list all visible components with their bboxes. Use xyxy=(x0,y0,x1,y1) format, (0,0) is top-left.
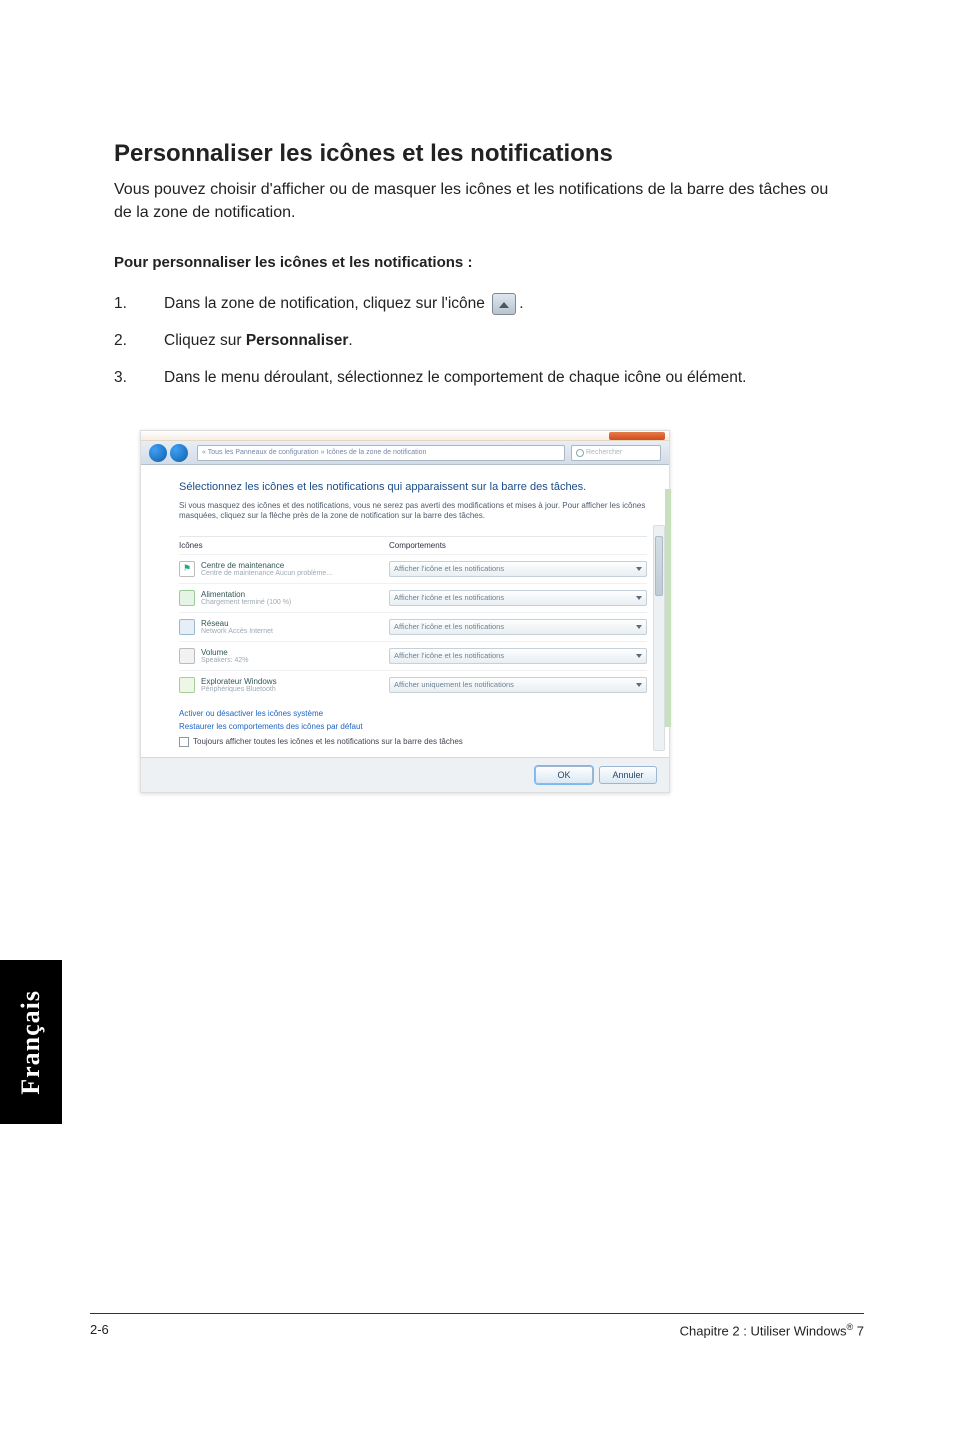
row-subtitle: Network Accès Internet xyxy=(201,628,389,635)
address-field[interactable]: « Tous les Panneaux de configuration » I… xyxy=(197,445,565,461)
icons-table: Icônes Comportements ⚑ Centre de mainten… xyxy=(179,536,647,699)
dialog-screenshot: « Tous les Panneaux de configuration » I… xyxy=(140,430,670,793)
list-scrollbar[interactable] xyxy=(653,525,665,751)
step-1-post: . xyxy=(519,295,523,312)
step-text: Dans la zone de notification, cliquez su… xyxy=(164,293,844,315)
step-text: Cliquez sur Personnaliser. xyxy=(164,330,844,352)
language-label: Français xyxy=(16,990,46,1095)
row-subtitle: Speakers: 42% xyxy=(201,657,389,664)
window-addressbar: « Tous les Panneaux de configuration » I… xyxy=(141,441,669,465)
table-row: Explorateur WindowsPériphériques Bluetoo… xyxy=(179,670,647,699)
behavior-dropdown[interactable]: Afficher l'icône et les notifications xyxy=(389,561,647,577)
step-number: 2. xyxy=(114,330,164,352)
behavior-dropdown[interactable]: Afficher l'icône et les notifications xyxy=(389,648,647,664)
step-number: 1. xyxy=(114,293,164,315)
battery-icon xyxy=(179,590,195,606)
window-right-edge xyxy=(665,489,671,727)
search-input[interactable]: Rechercher xyxy=(571,445,661,461)
page-footer: 2-6 Chapitre 2 : Utiliser Windows® 7 xyxy=(90,1313,864,1338)
row-subtitle: Centre de maintenance Aucun problème... xyxy=(201,570,389,577)
restore-defaults-link[interactable]: Restaurer les comportements des icônes p… xyxy=(179,722,647,731)
step-number: 3. xyxy=(114,367,164,389)
procedure-heading: Pour personnaliser les icônes et les not… xyxy=(114,254,844,271)
dialog-footer: OK Annuler xyxy=(141,757,669,792)
table-row: VolumeSpeakers: 42% Afficher l'icône et … xyxy=(179,641,647,670)
table-row: RéseauNetwork Accès Internet Afficher l'… xyxy=(179,612,647,641)
table-header-behavior: Comportements xyxy=(389,541,647,550)
nav-forward-icon[interactable] xyxy=(170,444,188,462)
checkbox-label: Toujours afficher toutes les icônes et l… xyxy=(193,737,463,746)
section-title: Personnaliser les icônes et les notifica… xyxy=(114,140,844,168)
cancel-button[interactable]: Annuler xyxy=(599,766,657,784)
behavior-dropdown[interactable]: Afficher l'icône et les notifications xyxy=(389,590,647,606)
behavior-dropdown[interactable]: Afficher l'icône et les notifications xyxy=(389,619,647,635)
search-placeholder: Rechercher xyxy=(586,449,622,456)
window-titlebar xyxy=(141,431,669,441)
dialog-description: Si vous masquez des icônes et des notifi… xyxy=(179,501,647,522)
intro-text: Vous pouvez choisir d'afficher ou de mas… xyxy=(114,178,844,224)
step-1-pre: Dans la zone de notification, cliquez su… xyxy=(164,295,485,312)
row-title: Alimentation xyxy=(201,590,389,599)
address-text: « Tous les Panneaux de configuration » I… xyxy=(202,449,426,456)
page-number: 2-6 xyxy=(90,1322,109,1338)
row-title: Centre de maintenance xyxy=(201,561,389,570)
row-subtitle: Périphériques Bluetooth xyxy=(201,686,389,693)
system-icons-link[interactable]: Activer ou désactiver les icônes système xyxy=(179,709,647,718)
scrollbar-thumb[interactable] xyxy=(655,536,663,596)
network-icon xyxy=(179,619,195,635)
step-2-pre: Cliquez sur xyxy=(164,332,246,349)
step-2-bold: Personnaliser xyxy=(246,332,349,349)
chapter-label: Chapitre 2 : Utiliser Windows® 7 xyxy=(680,1322,864,1338)
nav-back-icon[interactable] xyxy=(149,444,167,462)
row-title: Volume xyxy=(201,648,389,657)
row-subtitle: Chargement terminé (100 %) xyxy=(201,599,389,606)
checkbox-icon xyxy=(179,737,189,747)
footer-pre: Chapitre 2 : Utiliser Windows xyxy=(680,1323,847,1338)
table-row: ⚑ Centre de maintenanceCentre de mainten… xyxy=(179,554,647,583)
row-title: Réseau xyxy=(201,619,389,628)
behavior-dropdown[interactable]: Afficher uniquement les notifications xyxy=(389,677,647,693)
ok-button[interactable]: OK xyxy=(535,766,593,784)
language-tab: Français xyxy=(0,960,62,1124)
steps-list: 1. Dans la zone de notification, cliquez… xyxy=(114,293,844,388)
step-2-post: . xyxy=(348,332,352,349)
table-row: AlimentationChargement terminé (100 %) A… xyxy=(179,583,647,612)
footer-post: 7 xyxy=(853,1323,864,1338)
flag-icon: ⚑ xyxy=(179,561,195,577)
always-show-checkbox[interactable]: Toujours afficher toutes les icônes et l… xyxy=(179,737,647,747)
table-header-icons: Icônes xyxy=(179,541,389,550)
notification-arrow-icon xyxy=(492,293,516,315)
dialog-links: Activer ou désactiver les icônes système… xyxy=(179,709,647,731)
step-text: Dans le menu déroulant, sélectionnez le … xyxy=(164,367,844,389)
explorer-icon xyxy=(179,677,195,693)
row-title: Explorateur Windows xyxy=(201,677,389,686)
dialog-heading: Sélectionnez les icônes et les notificat… xyxy=(179,481,647,493)
volume-icon xyxy=(179,648,195,664)
